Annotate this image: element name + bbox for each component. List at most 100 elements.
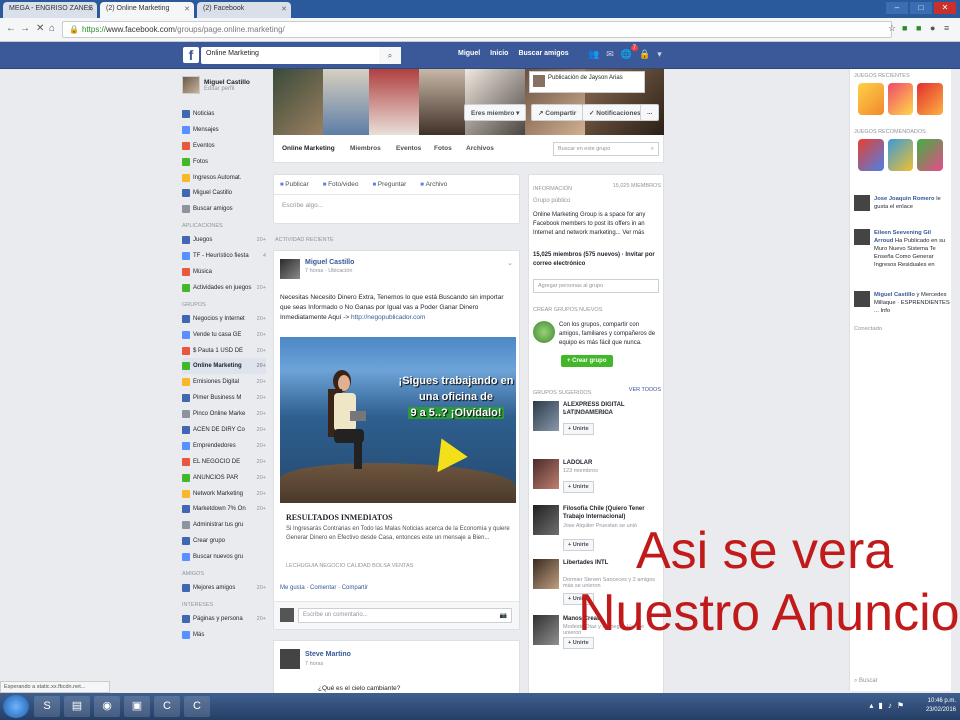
camtasia-recorder-icon[interactable]: C (184, 696, 210, 717)
sidebar-favorite-item[interactable]: Fotos (182, 154, 266, 170)
edit-profile-link[interactable]: Editar perfil (204, 86, 250, 92)
network-icon[interactable]: ▮ (878, 701, 882, 710)
sidebar-favorite-item[interactable]: Noticias (182, 106, 266, 122)
minimize-icon[interactable]: – (886, 2, 908, 14)
avatar[interactable] (280, 649, 300, 669)
tab-photos[interactable]: Fotos (434, 145, 452, 152)
close-tab-icon[interactable]: ✕ (281, 5, 287, 13)
sidebar-friend-item[interactable]: Mejores amigos 20+ (182, 580, 266, 596)
suggested-group-image[interactable] (533, 559, 559, 589)
sidebar-app-item[interactable]: Música (182, 264, 266, 280)
share-button[interactable]: ↗ Compartir (531, 104, 584, 121)
close-window-icon[interactable]: ✕ (934, 2, 956, 14)
join-group-button[interactable]: + Unirte (563, 481, 594, 493)
facebook-logo-icon[interactable]: f (183, 47, 199, 63)
sidebar-group-item[interactable]: Online Marketing 20+ (182, 358, 266, 375)
post-options-icon[interactable]: ⌄ (507, 259, 513, 267)
tab-online-marketing[interactable]: Online Marketing (282, 145, 335, 152)
sidebar-group-item[interactable]: Emprendedores 20+ (182, 438, 266, 454)
sidebar-group-item[interactable]: Crear grupo (182, 533, 266, 549)
sidebar-group-item[interactable]: Network Marketing 20+ (182, 486, 266, 502)
sidebar-group-item[interactable]: Vende tu casa GE 20+ (182, 327, 266, 343)
joined-button[interactable]: Eres miembro ▾ (464, 104, 527, 121)
profile-name[interactable]: Miguel Castillo (204, 79, 250, 86)
browser-tab[interactable]: (2) Facebook ✕ (197, 2, 291, 18)
composer-input[interactable]: Escribe algo... (274, 195, 519, 216)
close-tab-icon[interactable]: ✕ (184, 5, 190, 13)
nav-home-link[interactable]: Inicio (490, 50, 508, 57)
sidebar-favorite-item[interactable]: Miguel Castillo (182, 185, 266, 201)
sidebar-favorite-item[interactable]: Ingresos Automat. (182, 170, 266, 186)
more-button[interactable]: ... (640, 104, 660, 121)
suggested-group-name[interactable]: LADOLAR (563, 459, 661, 467)
ad-image[interactable]: ¡Sigues trabajando en una oficina de 9 a… (280, 337, 516, 503)
start-button-icon[interactable] (3, 695, 29, 718)
sidebar-group-item[interactable]: ANUNCIOS PAR 20+ (182, 470, 266, 486)
post-author[interactable]: Steve Martino (305, 651, 351, 658)
suggested-group-name[interactable]: Filosofía Chile (Quiero Tener Trabajo In… (563, 505, 661, 521)
sidebar-group-item[interactable]: Administrar tus gru (182, 517, 266, 533)
group-search-input[interactable]: Buscar en este grupo ⌕ (553, 142, 659, 156)
avatar[interactable] (182, 76, 200, 94)
app-icon[interactable]: ▣ (124, 696, 150, 717)
sidebar-favorite-item[interactable]: Mensajes (182, 122, 266, 138)
sidebar-group-item[interactable]: EL NEGOCIO DE 20+ (182, 454, 266, 470)
members-count[interactable]: 15,025 miembros (613, 183, 661, 189)
see-all-link[interactable]: Ver todos (629, 387, 661, 393)
ad-title[interactable]: RESULTADOS INMEDIATOS (286, 513, 393, 522)
facebook-search-input[interactable]: Online Marketing ⌕ (201, 47, 401, 64)
join-group-button[interactable]: + Unirte (563, 423, 594, 435)
sidebar-interest-item[interactable]: Páginas y persona 20+ (182, 611, 266, 627)
browser-tab[interactable]: MEGA - ENGRISO ZANES ✕ (3, 2, 97, 18)
sidebar-group-item[interactable]: Buscar nuevos gru (182, 549, 266, 565)
extension-icon[interactable]: ● (930, 23, 940, 35)
comment-input[interactable]: Escribe un comentario... 📷 (298, 608, 512, 623)
sidebar-interest-item[interactable]: Más (182, 627, 266, 643)
sidebar-group-item[interactable]: Pinco Online Marke 20+ (182, 406, 266, 422)
home-icon[interactable]: ⌂ (49, 23, 55, 34)
chrome-icon[interactable]: ◉ (94, 696, 120, 717)
extension-icon[interactable]: ■ (902, 23, 912, 35)
camtasia-icon[interactable]: C (154, 696, 180, 717)
stop-icon[interactable]: ✕ (36, 23, 44, 34)
sidebar-favorite-item[interactable]: Buscar amigos (182, 201, 266, 217)
composer-tab-photo[interactable]: Foto/video (323, 181, 358, 188)
profile-summary[interactable]: Miguel Castillo Editar perfil (182, 76, 266, 94)
notifications-icon[interactable]: 🌐 7 (621, 45, 638, 60)
nav-profile-link[interactable]: Miguel (458, 50, 480, 57)
notifications-button[interactable]: ✓ Notificaciones (582, 104, 648, 121)
post-author[interactable]: Miguel Castillo (305, 259, 354, 266)
menu-icon[interactable]: ≡ (944, 23, 954, 35)
extension-icon[interactable]: ■ (916, 23, 926, 35)
friend-requests-icon[interactable]: 👥 (588, 49, 599, 60)
game-icon[interactable] (858, 83, 884, 115)
suggested-group-image[interactable] (533, 615, 559, 645)
privacy-icon[interactable]: 🔒 (639, 49, 650, 60)
skype-icon[interactable]: S (34, 696, 60, 717)
create-group-button[interactable]: + Crear grupo (561, 355, 613, 367)
sidebar-group-item[interactable]: Pimer Business M 20+ (182, 390, 266, 406)
chat-search-input[interactable]: ⌕ Buscar (854, 678, 878, 685)
avatar[interactable] (280, 259, 300, 279)
add-people-input[interactable]: Agregar personas al grupo (533, 279, 659, 293)
camera-icon[interactable]: 📷 (500, 612, 507, 619)
messages-icon[interactable]: ✉ (606, 49, 614, 60)
cover-notification[interactable]: Publicación de Jayson Arias (529, 71, 645, 93)
game-icon[interactable] (887, 139, 914, 171)
game-icon[interactable] (917, 83, 944, 115)
tab-files[interactable]: Archivos (466, 145, 494, 152)
post-actions[interactable]: Me gusta · Comentar · Compartir (280, 585, 368, 591)
clock[interactable]: 10:46 p.m. 23/02/2016 (926, 697, 956, 715)
tab-members[interactable]: Miembros (350, 145, 381, 152)
sidebar-group-item[interactable]: Negocios y Internet 20+ (182, 311, 266, 327)
flag-icon[interactable]: ⚑ (897, 701, 904, 710)
search-icon[interactable]: ⌕ (651, 146, 654, 153)
back-icon[interactable]: ← (6, 23, 16, 34)
sidebar-group-item[interactable]: ACEN DE DIRY Co 20+ (182, 422, 266, 438)
suggested-group-image[interactable] (533, 505, 559, 535)
account-menu-icon[interactable]: ▾ (657, 49, 662, 60)
browser-tab-active[interactable]: (2) Online Marketing ✕ (100, 2, 194, 18)
sidebar-group-item[interactable]: Marketdown 7% On 20+ (182, 501, 266, 517)
nav-find-friends-link[interactable]: Buscar amigos (518, 50, 568, 57)
star-icon[interactable]: ☆ (888, 23, 898, 35)
